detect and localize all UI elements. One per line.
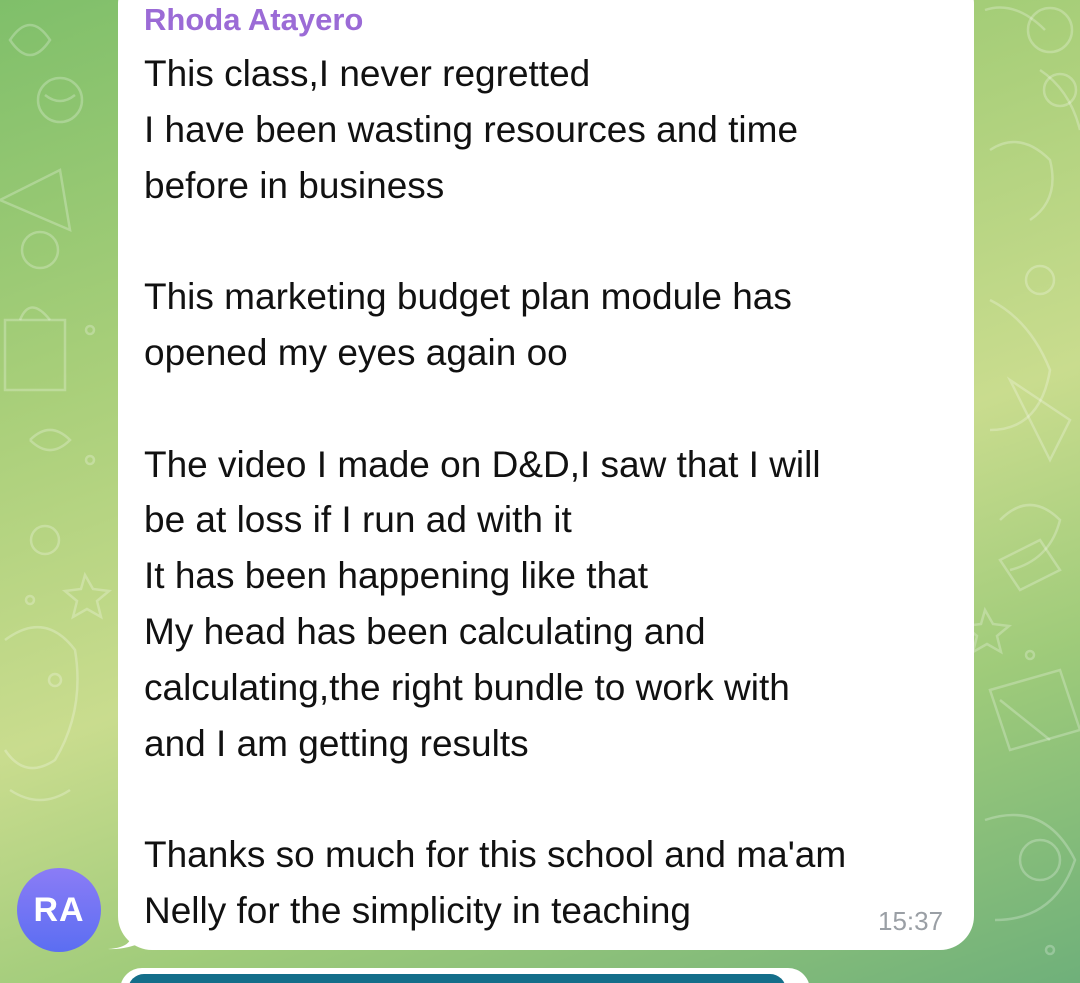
message-line: calculating,the right bundle to work wit… (144, 666, 790, 708)
message-line: It has been happening like that (144, 555, 648, 597)
message-line (144, 771, 964, 827)
message-text: This class,I never regretted I have been… (144, 46, 964, 939)
message-line: opened my eyes again oo (144, 331, 568, 373)
message-line: I have been wasting resources and time (144, 108, 799, 150)
next-message-bubble[interactable] (120, 968, 810, 983)
message-line (144, 381, 964, 437)
avatar-initials: RA (33, 890, 85, 929)
message-line: This class,I never regretted (144, 53, 591, 94)
sender-name[interactable]: Rhoda Atayero (144, 2, 363, 38)
message-line: The video I made on D&D,I saw that I wil… (144, 443, 821, 485)
message-line (144, 213, 964, 269)
message-timestamp: 15:37 (878, 906, 944, 936)
message-bubble-tail (108, 920, 144, 950)
message-line: and I am getting results (144, 722, 529, 764)
message-line: My head has been calculating and (144, 610, 706, 652)
message-line: This marketing budget plan module has (144, 276, 792, 318)
message-line: Nelly for the simplicity in teaching (144, 889, 691, 931)
message-line: Thanks so much for this school and ma'am (144, 834, 847, 876)
message-line: before in business (144, 164, 445, 206)
avatar[interactable]: RA (17, 868, 101, 952)
next-message-media[interactable] (128, 974, 786, 983)
message-line: be at loss if I run ad with it (144, 499, 572, 541)
